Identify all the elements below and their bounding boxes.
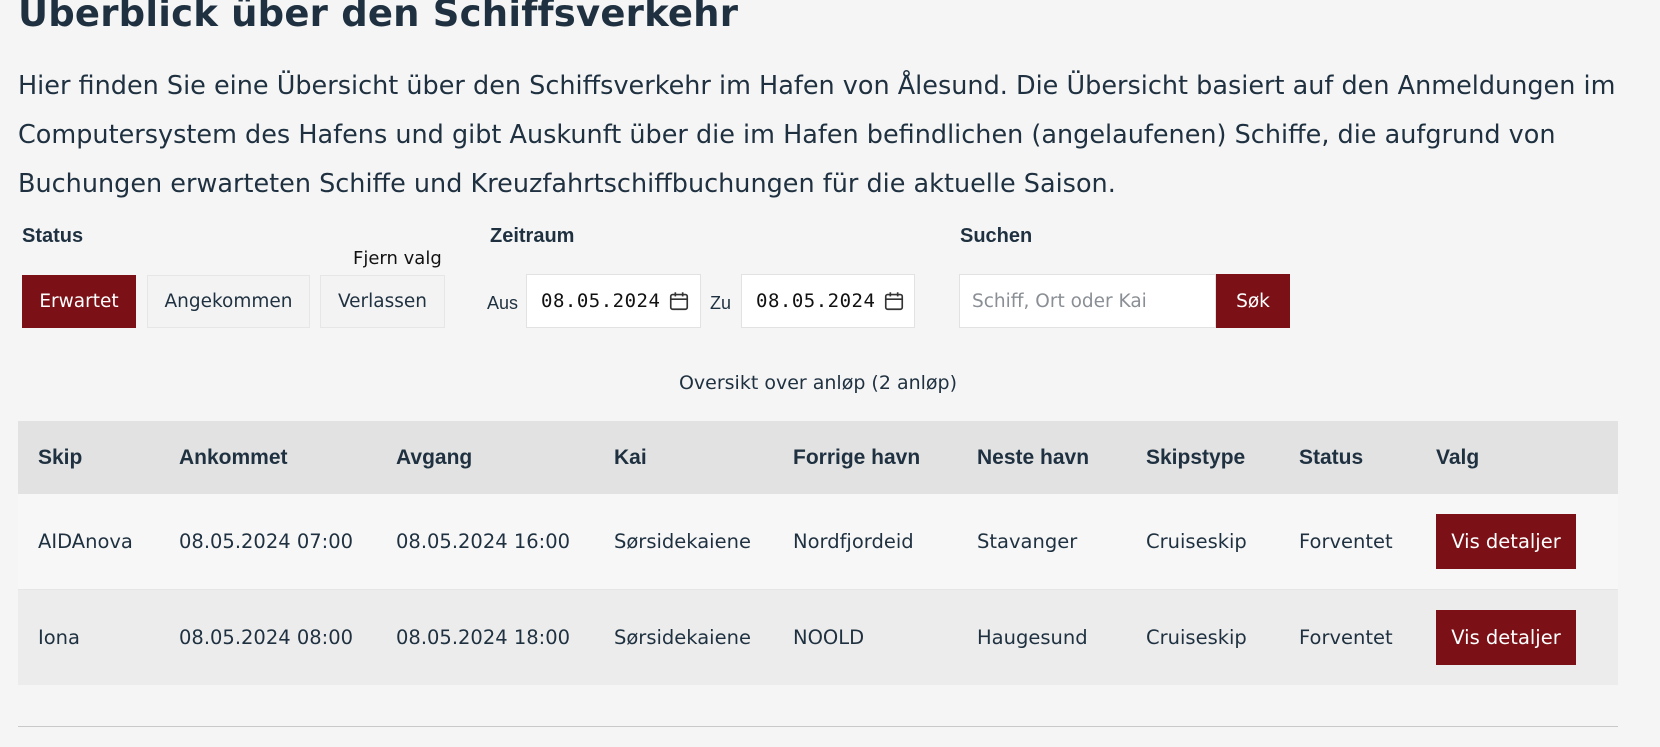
status-verlassen-button[interactable]: Verlassen (320, 275, 445, 328)
calendar-icon[interactable] (668, 290, 690, 312)
table-row: AIDAnova 08.05.2024 07:00 08.05.2024 16:… (18, 494, 1618, 590)
table-caption: Oversikt over anløp (2 anløp) (678, 372, 958, 394)
divider (18, 726, 1618, 727)
from-date-value: 08.05.2024 (541, 290, 661, 312)
cell-arrived: 08.05.2024 07:00 (159, 494, 376, 590)
status-angekommen-button[interactable]: Angekommen (147, 275, 310, 328)
column-header-ship-type: Skipstype (1126, 421, 1279, 494)
cell-action: Vis detaljer (1416, 589, 1618, 685)
cell-next-port: Stavanger (957, 494, 1126, 590)
period-label: Zeitraum (490, 225, 575, 247)
column-header-quay: Kai (594, 421, 773, 494)
status-label: Status (22, 225, 84, 247)
column-header-previous-port: Forrige havn (773, 421, 957, 494)
search-input[interactable] (970, 289, 1214, 313)
cell-previous-port: Nordfjordeid (773, 494, 957, 590)
cell-status: Forventet (1279, 494, 1416, 590)
column-header-status: Status (1279, 421, 1416, 494)
cell-status: Forventet (1279, 589, 1416, 685)
view-details-button[interactable]: Vis detaljer (1436, 514, 1576, 569)
column-header-arrived: Ankommet (159, 421, 376, 494)
table-row: Iona 08.05.2024 08:00 08.05.2024 18:00 S… (18, 589, 1618, 685)
from-label: Aus (487, 293, 519, 313)
search-field[interactable] (959, 274, 1216, 328)
clear-selection-link[interactable]: Fjern valg (353, 248, 442, 269)
status-erwartet-button[interactable]: Erwartet (22, 275, 136, 328)
view-details-button[interactable]: Vis detaljer (1436, 610, 1576, 665)
column-header-ship: Skip (18, 421, 159, 494)
cell-next-port: Haugesund (957, 589, 1126, 685)
cell-ship: Iona (18, 589, 159, 685)
intro-text: Hier finden Sie eine Übersicht über den … (18, 71, 1616, 199)
search-button[interactable]: Søk (1216, 274, 1290, 328)
to-label: Zu (710, 293, 732, 313)
cell-departure: 08.05.2024 16:00 (376, 494, 594, 590)
column-header-departure: Avgang (376, 421, 594, 494)
cell-quay: Sørsidekaiene (594, 494, 773, 590)
cell-action: Vis detaljer (1416, 494, 1618, 590)
cell-ship-type: Cruiseskip (1126, 589, 1279, 685)
cell-quay: Sørsidekaiene (594, 589, 773, 685)
search-label: Suchen (960, 225, 1033, 247)
to-date-value: 08.05.2024 (756, 290, 876, 312)
arrivals-table: Skip Ankommet Avgang Kai Forrige havn Ne… (18, 421, 1618, 685)
cell-arrived: 08.05.2024 08:00 (159, 589, 376, 685)
cell-ship: AIDAnova (18, 494, 159, 590)
table-header-row: Skip Ankommet Avgang Kai Forrige havn Ne… (18, 421, 1618, 494)
page: Überblick über den Schiffsverkehr Hier f… (0, 0, 1660, 747)
to-date-input[interactable]: 08.05.2024 (741, 274, 915, 328)
page-title: Überblick über den Schiffsverkehr (18, 0, 739, 35)
column-header-action: Valg (1416, 421, 1618, 494)
column-header-next-port: Neste havn (957, 421, 1126, 494)
cell-previous-port: NOOLD (773, 589, 957, 685)
calendar-icon[interactable] (883, 290, 905, 312)
cell-departure: 08.05.2024 18:00 (376, 589, 594, 685)
from-date-input[interactable]: 08.05.2024 (526, 274, 701, 328)
cell-ship-type: Cruiseskip (1126, 494, 1279, 590)
